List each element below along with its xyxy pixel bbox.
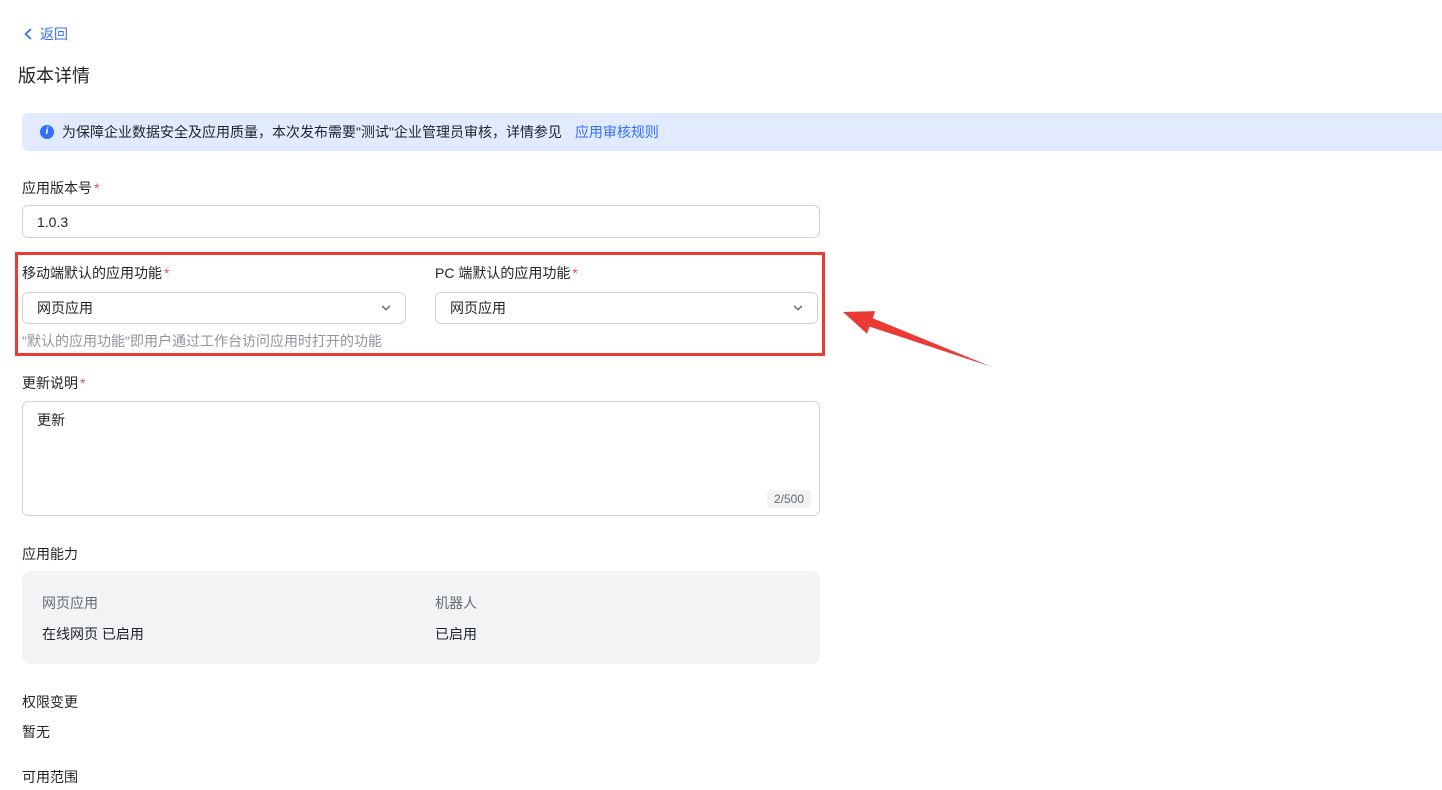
pc-function-label: PC 端默认的应用功能* bbox=[435, 263, 578, 283]
default-function-hint: "默认的应用功能"即用户通过工作台访问应用时打开的功能 bbox=[22, 331, 382, 351]
update-notes-label: 更新说明* bbox=[22, 373, 85, 393]
required-mark: * bbox=[572, 265, 577, 281]
required-mark: * bbox=[94, 180, 99, 196]
capability-name: 机器人 bbox=[435, 593, 477, 613]
permission-title: 权限变更 bbox=[22, 692, 78, 712]
banner-text: 为保障企业数据安全及应用质量，本次发布需要"测试"企业管理员审核，详情参见 bbox=[62, 122, 562, 142]
pc-function-select[interactable]: 网页应用 bbox=[435, 292, 818, 324]
scope-title: 可用范围 bbox=[22, 767, 78, 787]
chevron-down-icon bbox=[379, 301, 393, 315]
red-arrow-annotation bbox=[833, 301, 1003, 376]
page-title: 版本详情 bbox=[18, 62, 90, 88]
review-rules-link[interactable]: 应用审核规则 bbox=[575, 122, 659, 142]
capability-name: 网页应用 bbox=[42, 593, 98, 613]
pc-function-value: 网页应用 bbox=[450, 298, 506, 318]
info-icon bbox=[40, 125, 54, 139]
required-mark: * bbox=[164, 265, 169, 281]
update-notes-label-text: 更新说明 bbox=[22, 375, 78, 391]
back-label: 返回 bbox=[40, 24, 68, 44]
chevron-left-icon bbox=[22, 27, 34, 41]
back-button[interactable]: 返回 bbox=[22, 24, 68, 44]
capabilities-title: 应用能力 bbox=[22, 544, 78, 564]
mobile-function-value: 网页应用 bbox=[37, 298, 93, 318]
info-banner: 为保障企业数据安全及应用质量，本次发布需要"测试"企业管理员审核，详情参见 应用… bbox=[22, 113, 1442, 151]
version-input[interactable] bbox=[22, 205, 820, 238]
version-label-text: 应用版本号 bbox=[22, 180, 92, 196]
pc-function-label-text: PC 端默认的应用功能 bbox=[435, 265, 570, 281]
capabilities-box: 网页应用 在线网页 已启用 机器人 已启用 bbox=[22, 571, 820, 664]
permission-value: 暂无 bbox=[22, 722, 50, 742]
version-label: 应用版本号* bbox=[22, 178, 99, 198]
mobile-function-label: 移动端默认的应用功能* bbox=[22, 263, 169, 283]
capability-status: 在线网页 已启用 bbox=[42, 624, 144, 644]
mobile-function-select[interactable]: 网页应用 bbox=[22, 292, 406, 324]
mobile-function-label-text: 移动端默认的应用功能 bbox=[22, 265, 162, 281]
version-detail-page: { "header": { "back_label": "返回", "title… bbox=[0, 0, 1442, 790]
chevron-down-icon bbox=[791, 301, 805, 315]
capability-status: 已启用 bbox=[435, 624, 477, 644]
update-notes-textarea[interactable]: 更新 bbox=[23, 402, 819, 515]
char-counter: 2/500 bbox=[767, 490, 811, 508]
required-mark: * bbox=[80, 375, 85, 391]
update-notes-field: 更新 2/500 bbox=[22, 401, 820, 516]
